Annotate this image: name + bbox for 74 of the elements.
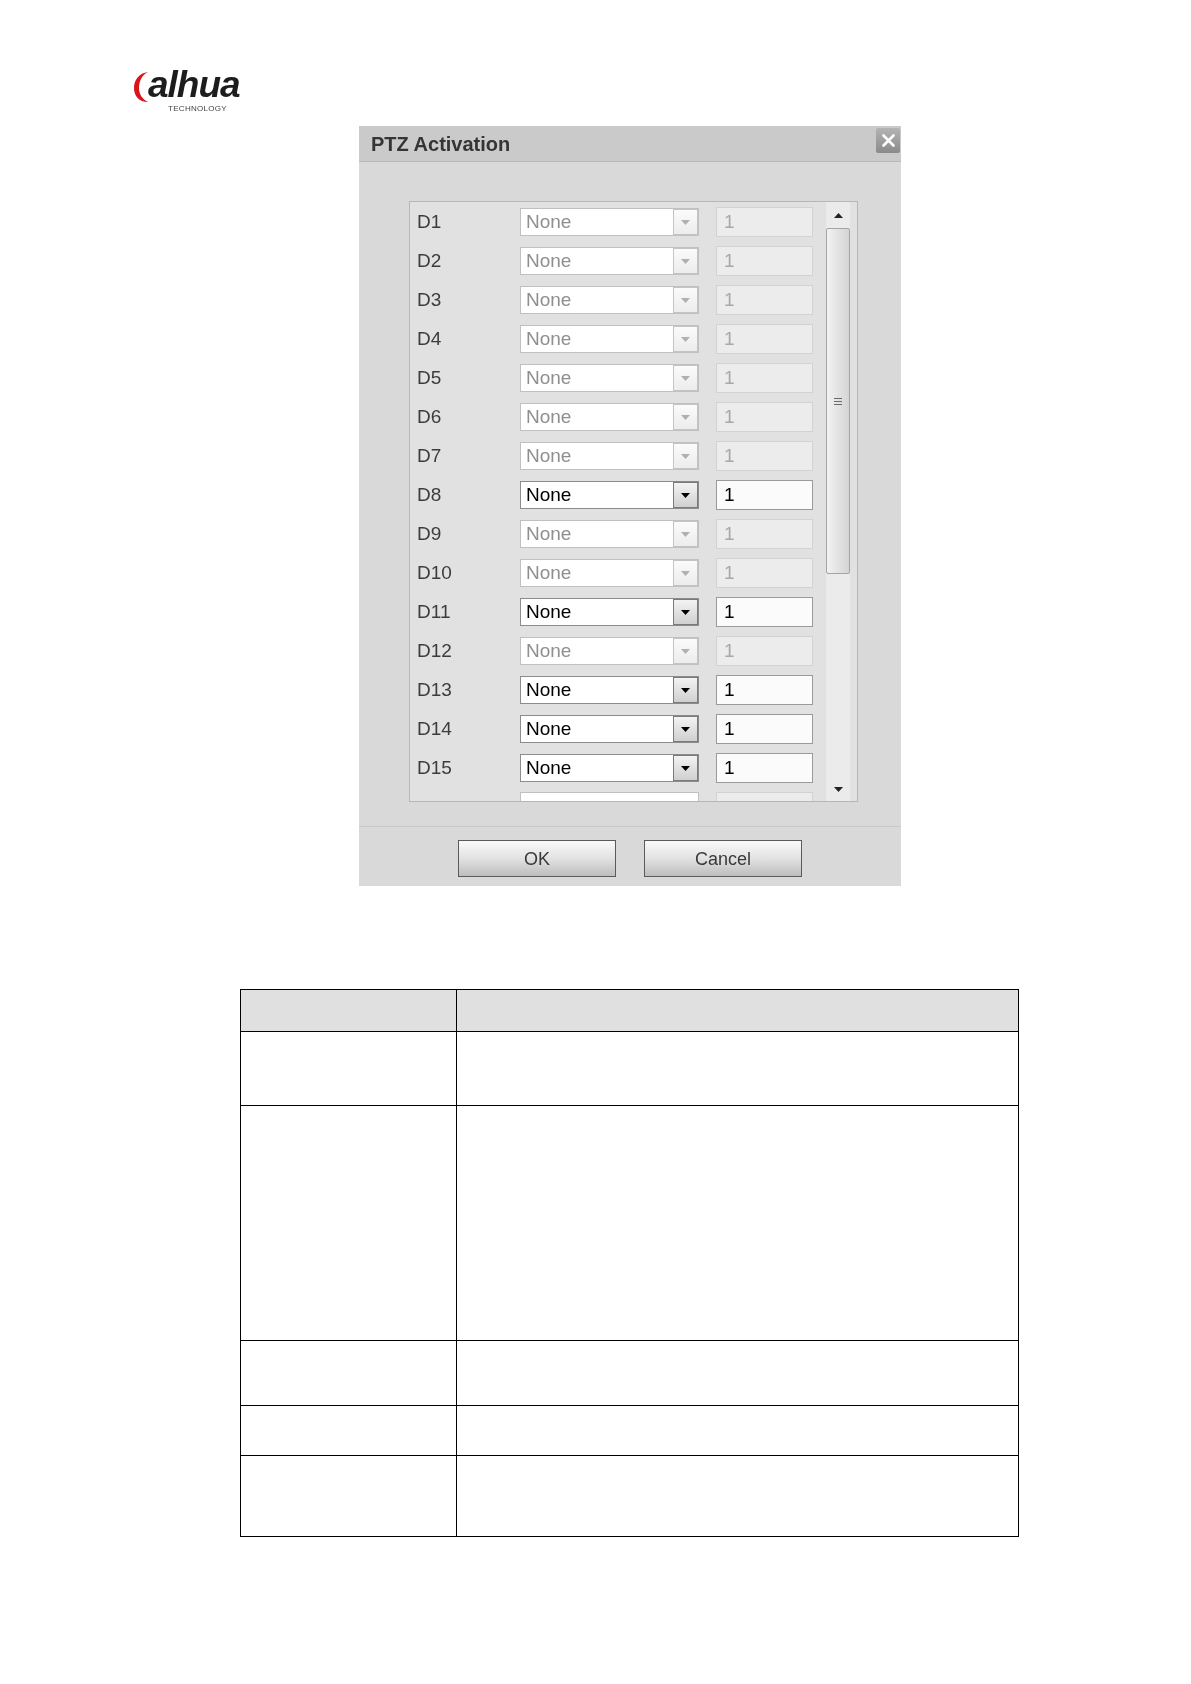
caret-icon — [673, 481, 698, 508]
device-label: D8 — [417, 485, 443, 504]
close-button[interactable] — [876, 128, 900, 153]
dropdown[interactable]: None — [520, 753, 699, 782]
device-label: D15 — [417, 758, 453, 777]
dropdown[interactable]: None — [520, 441, 699, 470]
dropdown[interactable]: None — [520, 480, 699, 509]
dropdown[interactable]: None — [520, 207, 699, 236]
number-input-field[interactable] — [716, 792, 813, 801]
dropdown[interactable]: None — [520, 402, 699, 431]
ok-button[interactable]: OK — [458, 840, 616, 877]
dropdown[interactable]: None — [520, 714, 699, 743]
dropdown[interactable]: None — [520, 519, 699, 548]
number-input-field[interactable]: 1 — [716, 713, 813, 744]
dropdown[interactable]: None — [520, 285, 699, 314]
dropdown[interactable]: None — [520, 597, 699, 626]
caret-icon — [673, 286, 698, 313]
device-label: D2 — [417, 251, 443, 270]
caret-icon — [673, 442, 698, 469]
grip-icon — [834, 397, 842, 405]
number-input-field[interactable]: 1 — [716, 752, 813, 783]
device-label: D3 — [417, 290, 443, 309]
device-label: D12 — [417, 641, 453, 660]
number-input-field[interactable]: 1 — [716, 206, 813, 237]
number-input-field[interactable]: 1 — [716, 362, 813, 393]
device-label: D11 — [417, 602, 452, 621]
dropdown[interactable]: None — [520, 675, 699, 704]
number-input-field[interactable]: 1 — [716, 284, 813, 315]
caret-icon — [673, 637, 698, 664]
device-label: D13 — [417, 680, 453, 699]
dropdown[interactable]: None — [520, 558, 699, 587]
logo-swoosh-icon — [134, 71, 148, 103]
number-input-field[interactable]: 1 — [716, 401, 813, 432]
logo-tagline: TECHNOLOGY — [168, 104, 227, 113]
close-icon — [881, 134, 895, 147]
dropdown[interactable]: None — [520, 324, 699, 353]
device-label: D4 — [417, 329, 443, 348]
number-input-field[interactable]: 1 — [716, 440, 813, 471]
caret-icon — [673, 559, 698, 586]
device-label: D1 — [417, 212, 443, 231]
caret-icon — [673, 403, 698, 430]
number-input-field[interactable]: 1 — [716, 635, 813, 666]
caret-icon — [673, 754, 698, 781]
number-input-field[interactable]: 1 — [716, 323, 813, 354]
scrollbar-thumb[interactable] — [826, 228, 850, 574]
caret-icon — [673, 364, 698, 391]
dropdown[interactable]: None — [520, 363, 699, 392]
caret-icon — [673, 247, 698, 274]
number-input-field[interactable]: 1 — [716, 245, 813, 276]
dropdown[interactable] — [520, 792, 699, 801]
number-input-field[interactable]: 1 — [716, 596, 813, 627]
caret-icon — [673, 520, 698, 547]
down-arrow-icon — [833, 786, 843, 792]
cancel-button[interactable]: Cancel — [644, 840, 802, 877]
number-input-field[interactable]: 1 — [716, 479, 813, 510]
dialog-title: PTZ Activation — [371, 133, 511, 154]
number-input-field[interactable]: 1 — [716, 518, 813, 549]
device-label: D5 — [417, 368, 443, 387]
caret-icon — [673, 598, 698, 625]
caret-icon — [673, 676, 698, 703]
device-label: D10 — [417, 563, 453, 582]
number-input-field[interactable]: 1 — [716, 674, 813, 705]
dropdown[interactable]: None — [520, 246, 699, 275]
caret-icon — [673, 325, 698, 352]
up-arrow-icon — [833, 212, 843, 218]
device-label: D9 — [417, 524, 443, 543]
logo-wordmark: alhua — [148, 66, 240, 104]
device-label: D6 — [417, 407, 443, 426]
dropdown[interactable]: None — [520, 636, 699, 665]
caret-icon — [673, 208, 698, 235]
number-input-field[interactable]: 1 — [716, 557, 813, 588]
device-label: D7 — [417, 446, 443, 465]
device-label: D14 — [417, 719, 453, 738]
caret-icon — [673, 715, 698, 742]
